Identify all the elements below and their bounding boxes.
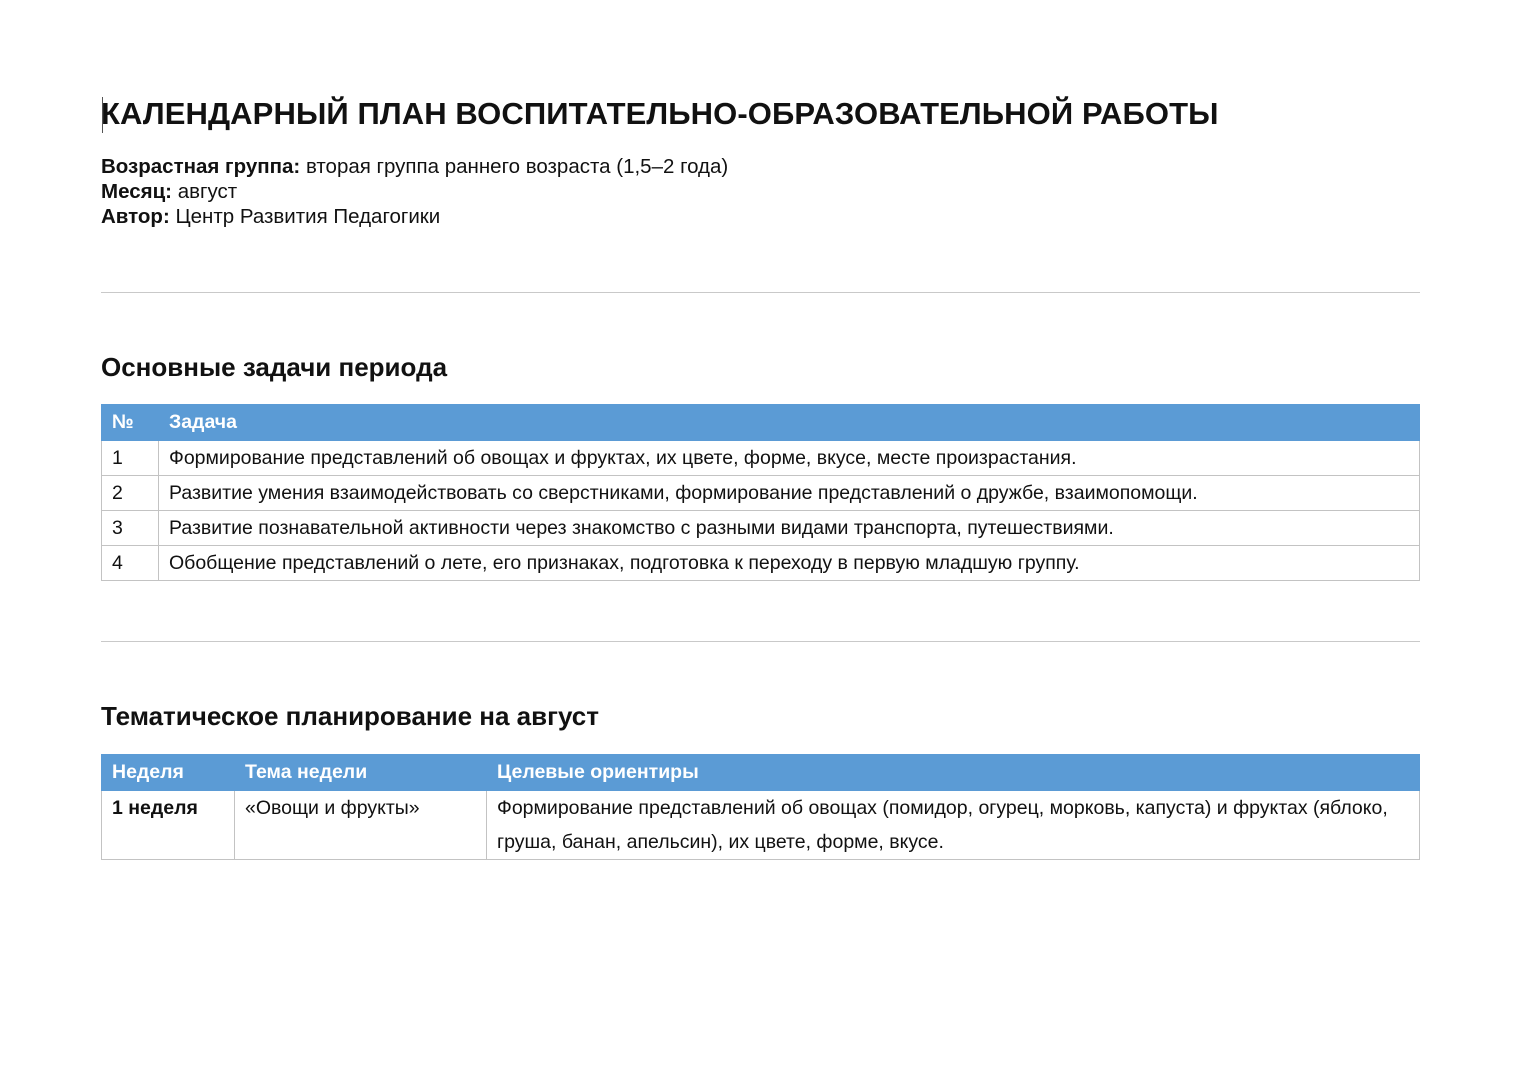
tasks-table: № Задача 1 Формирование представлений об… [101, 404, 1420, 581]
task-number: 2 [101, 475, 159, 511]
meta-label: Возрастная группа: [101, 155, 301, 178]
meta-value: вторая группа раннего возраста (1,5–2 го… [305, 155, 729, 178]
meta-age-group: Возрастная группа: вторая группа раннего… [101, 154, 728, 179]
table-row: 3 Развитие познавательной активности чер… [101, 510, 1420, 546]
column-header-task: Задача [158, 404, 1420, 441]
table-row: 2 Развитие умения взаимодействовать со с… [101, 475, 1420, 511]
meta-month: Месяц: август [101, 179, 728, 204]
divider [101, 641, 1420, 642]
meta-value: Центр Развития Педагогики [175, 205, 441, 228]
table-header-row: Неделя Тема недели Целевые ориентиры [101, 754, 1420, 791]
document-title: КАЛЕНДАРНЫЙ ПЛАН ВОСПИТАТЕЛЬНО-ОБРАЗОВАТ… [101, 96, 1219, 131]
task-number: 4 [101, 545, 159, 581]
column-header-theme: Тема недели [234, 754, 487, 791]
column-header-goals: Целевые ориентиры [486, 754, 1420, 791]
task-text: Развитие умения взаимодействовать со све… [158, 475, 1420, 511]
task-text: Обобщение представлений о лете, его приз… [158, 545, 1420, 581]
themes-table: Неделя Тема недели Целевые ориентиры 1 н… [101, 754, 1420, 860]
task-number: 1 [101, 440, 159, 476]
column-header-number: № [101, 404, 159, 441]
meta-value: август [177, 180, 238, 203]
table-row: 1 Формирование представлений об овощах и… [101, 440, 1420, 476]
goals-cell: Формирование представлений об овощах (по… [486, 790, 1420, 860]
meta-author: Автор: Центр Развития Педагогики [101, 204, 728, 229]
task-text: Развитие познавательной активности через… [158, 510, 1420, 546]
week-cell: 1 неделя [101, 790, 235, 860]
document-meta: Возрастная группа: вторая группа раннего… [101, 154, 728, 229]
divider [101, 292, 1420, 293]
task-text: Формирование представлений об овощах и ф… [158, 440, 1420, 476]
column-header-week: Неделя [101, 754, 235, 791]
task-number: 3 [101, 510, 159, 546]
themes-section-title: Тематическое планирование на август [101, 701, 599, 731]
table-row: 1 неделя «Овощи и фрукты» Формирование п… [101, 790, 1420, 860]
table-row: 4 Обобщение представлений о лете, его пр… [101, 545, 1420, 581]
tasks-section-title: Основные задачи периода [101, 352, 448, 382]
meta-label: Месяц: [101, 180, 172, 203]
theme-cell: «Овощи и фрукты» [234, 790, 487, 860]
meta-label: Автор: [101, 205, 170, 228]
table-header-row: № Задача [101, 404, 1420, 441]
